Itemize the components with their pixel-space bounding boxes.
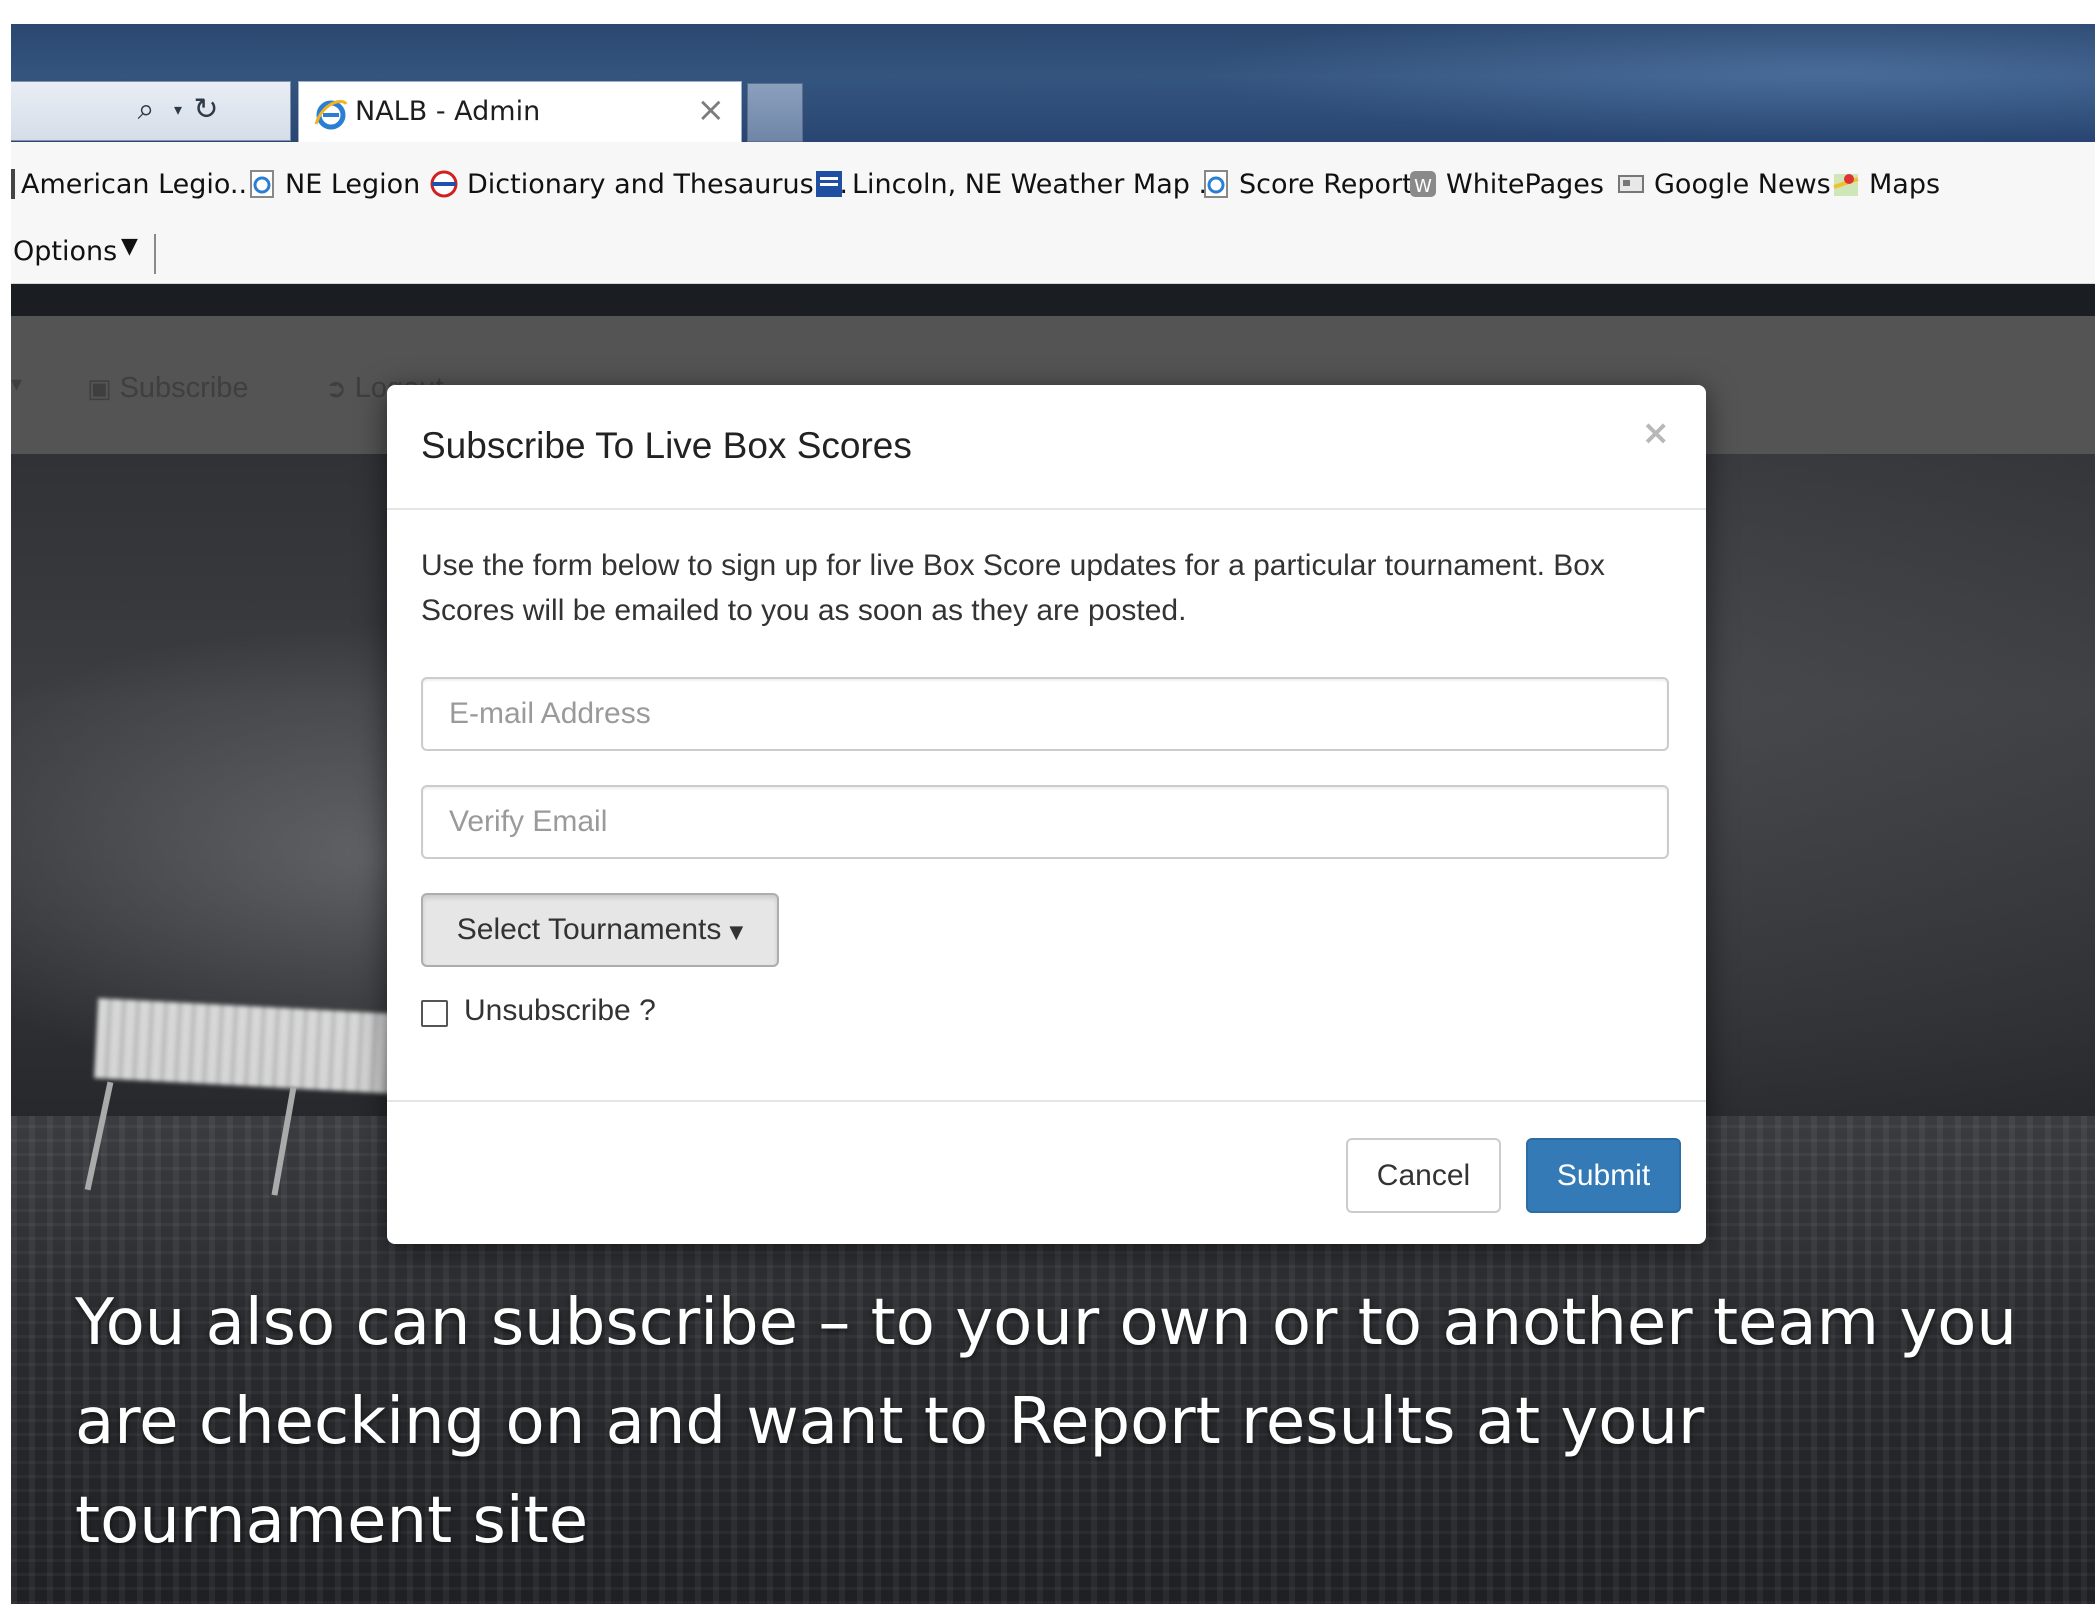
svg-text:W: W — [1414, 176, 1432, 197]
caret-down-icon: ▼ — [729, 921, 744, 943]
select-tournaments-label: Select Tournaments — [456, 913, 722, 946]
favorite-score-report[interactable]: Score Report — [1201, 164, 1413, 204]
options-menu[interactable]: Options — [13, 236, 117, 267]
dictionary-icon — [430, 170, 458, 198]
favorite-american-legion[interactable]: American Legio... — [11, 164, 256, 204]
chevron-down-icon[interactable]: ▼ — [121, 234, 138, 259]
favorites-bar: American Legio... NE Legion Dictionary a… — [11, 142, 2095, 224]
favorite-maps[interactable]: Maps — [1831, 164, 1940, 204]
chevron-down-icon[interactable]: ▾ — [11, 372, 22, 397]
divider — [387, 508, 1706, 510]
nav-subscribe[interactable]: ▣ Subscribe — [87, 372, 249, 405]
legion-icon — [11, 169, 15, 199]
address-bar[interactable]: ⌕ ▾ ↻ — [11, 81, 291, 141]
favorite-label: Lincoln, NE Weather Map ... — [852, 168, 1225, 200]
favorite-label: American Legio... — [21, 168, 256, 200]
favorite-google-news[interactable]: Google News — [1616, 164, 1831, 204]
select-tournaments-dropdown[interactable]: Select Tournaments ▼ — [421, 893, 779, 967]
favorite-dictionary[interactable]: Dictionary and Thesaurus ... — [429, 164, 848, 204]
subscribe-modal: Subscribe To Live Box Scores × Use the f… — [387, 385, 1706, 1244]
favorite-label: Dictionary and Thesaurus ... — [467, 168, 848, 200]
maps-icon — [1833, 174, 1859, 196]
stadium-lights — [94, 998, 398, 1094]
tab-title: NALB - Admin — [355, 96, 541, 127]
modal-description: Use the form below to sign up for live B… — [421, 549, 1605, 627]
ie-page-icon — [1204, 170, 1228, 198]
browser-titlebar: ⌕ ▾ ↻ NALB - Admin × — [11, 24, 2095, 142]
favorite-label: Google News — [1654, 168, 1831, 200]
tab-nalb-admin[interactable]: NALB - Admin × — [298, 81, 742, 142]
new-tab-button[interactable] — [747, 83, 803, 142]
titlebar-glow — [1195, 24, 2095, 142]
ie-page-icon — [250, 170, 274, 198]
rss-icon: ▣ — [87, 373, 112, 404]
submit-button[interactable]: Submit — [1526, 1138, 1681, 1213]
email-field[interactable] — [421, 677, 1669, 751]
favorite-weather-map[interactable]: Lincoln, NE Weather Map ... — [814, 164, 1224, 204]
news-icon — [1618, 175, 1644, 193]
caption-text: You also can subscribe – to your own or … — [75, 1286, 2017, 1558]
favorite-label: WhitePages — [1446, 168, 1604, 200]
whitepages-icon: W — [1410, 171, 1436, 197]
logout-icon: ➲ — [325, 373, 347, 404]
refresh-icon[interactable]: ↻ — [189, 92, 223, 128]
command-bar: Options ▼ — [11, 224, 2095, 284]
screenshot: ⌕ ▾ ↻ NALB - Admin × American Legio... N… — [11, 24, 2095, 1604]
separator — [154, 234, 156, 274]
unsubscribe-checkbox[interactable] — [421, 1000, 448, 1027]
favorite-ne-legion[interactable]: NE Legion — [247, 164, 420, 204]
nav-subscribe-label: Subscribe — [119, 372, 249, 404]
close-tab-icon[interactable]: × — [697, 90, 726, 130]
favorite-label: NE Legion — [285, 168, 421, 200]
favorite-label: Score Report — [1239, 168, 1413, 200]
divider — [387, 1100, 1706, 1102]
favorite-label: Maps — [1869, 168, 1941, 200]
verify-email-field[interactable] — [421, 785, 1669, 859]
unsubscribe-label[interactable]: Unsubscribe ? — [464, 994, 656, 1028]
cancel-button[interactable]: Cancel — [1346, 1138, 1501, 1213]
internet-explorer-icon — [314, 100, 348, 130]
search-icon[interactable]: ⌕ — [129, 92, 163, 128]
modal-title: Subscribe To Live Box Scores — [421, 425, 912, 466]
close-icon[interactable]: × — [1642, 413, 1671, 453]
weather-channel-icon — [816, 171, 842, 197]
favorite-whitepages[interactable]: W WhitePages — [1408, 164, 1604, 204]
